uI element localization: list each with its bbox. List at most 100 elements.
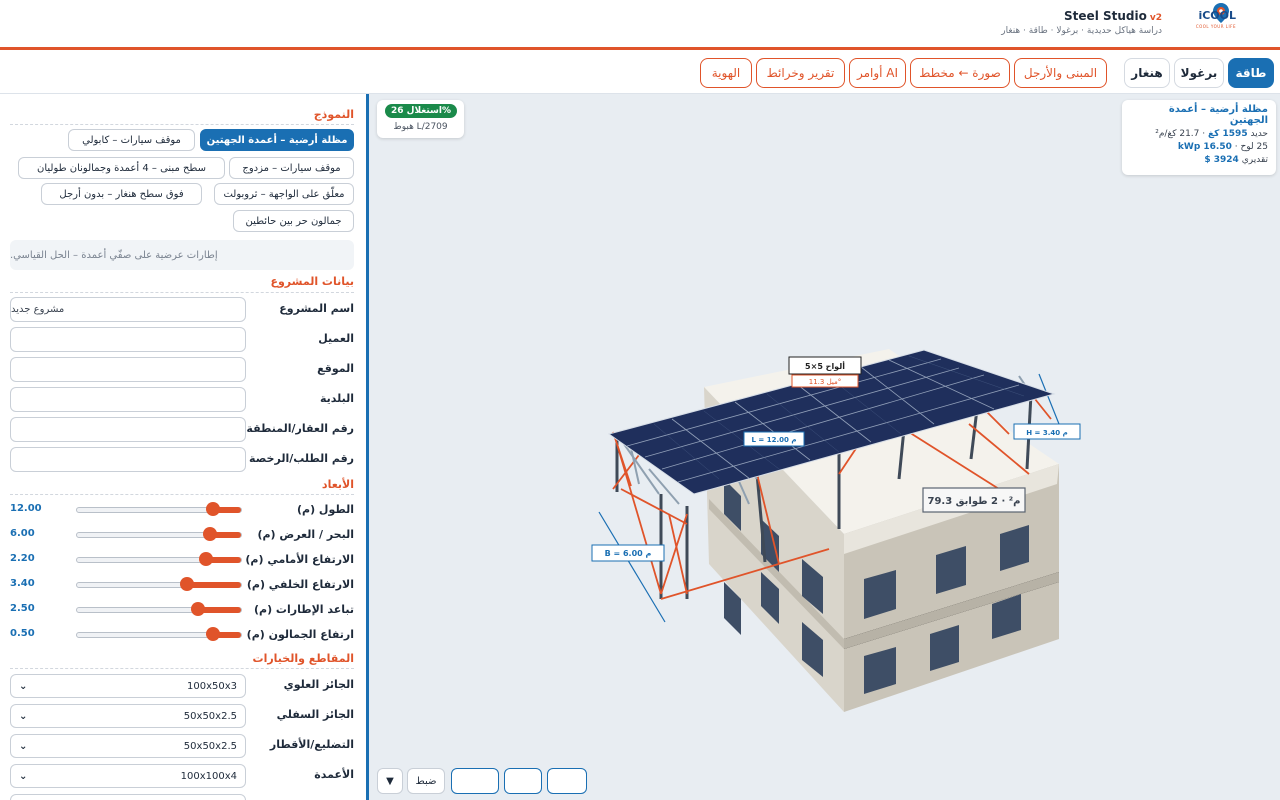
- slider-handle[interactable]: [191, 602, 205, 616]
- field-label-permit-number: رقم الطلب/الرخصة: [249, 452, 354, 465]
- field-label-project-name: اسم المشروع: [279, 302, 354, 315]
- breadth-slider[interactable]: [76, 527, 242, 541]
- structure-3d-render: 5×5 ألواح ميل 11.3° L = 12.00 م H = 3.40…: [591, 349, 1081, 712]
- permit-number-input[interactable]: [10, 447, 246, 472]
- slider-handle[interactable]: [206, 627, 220, 641]
- settings-sidebar[interactable]: النموذج مظلة أرضية – أعمدة الجهتين موقف …: [0, 94, 369, 800]
- tab-reports-maps[interactable]: تقرير وخرائط: [756, 58, 845, 88]
- slider-value-frame-spacing: 2.50: [10, 603, 35, 614]
- field-label-location: الموقع: [317, 362, 354, 375]
- slider-label-front-height: الارتفاع الأمامي (م): [245, 553, 354, 566]
- model-chip-facade-hung[interactable]: معلّق على الواجهة – ثروبولت: [214, 183, 354, 205]
- chevron-down-icon: ⌄: [19, 770, 28, 782]
- brand-name: iCOOL: [1198, 9, 1236, 22]
- divider: [10, 292, 354, 293]
- slider-label-rear-height: الارتفاع الخلفي (م): [246, 578, 354, 591]
- steel-value: 1595 كغ: [1208, 129, 1248, 139]
- main-tabs: طاقة برغولا هنغار المبنى والأرجل صورة ← …: [0, 53, 1280, 94]
- slider-value-truss-height: 0.50: [10, 628, 35, 639]
- project-name-input[interactable]: مشروع جديد: [10, 297, 246, 322]
- slider-handle[interactable]: [206, 502, 220, 516]
- height-label: H = 3.40 م: [1026, 429, 1067, 437]
- brand-tagline: COOL YOUR LIFE: [1195, 24, 1236, 29]
- steel-label: حديد: [1250, 129, 1268, 139]
- select-label-top-chord: الجائز العلوي: [283, 678, 354, 691]
- slider-label-length: الطول (م): [296, 503, 354, 516]
- model-chip-ground-canopy[interactable]: مظلة أرضية – أعمدة الجهتين: [200, 129, 354, 151]
- chevron-down-icon: ⌄: [19, 680, 28, 692]
- section-title-sections: المقاطع والخيارات: [252, 652, 354, 665]
- columns-select[interactable]: ⌄ 100x100x4: [10, 764, 246, 788]
- property-number-input[interactable]: [10, 417, 246, 442]
- summary-card: مظلة أرضية – أعمدة الجهتين حديد 1595 كغ …: [1122, 100, 1276, 175]
- client-input[interactable]: [10, 327, 246, 352]
- tab-energy[interactable]: طاقة: [1228, 58, 1274, 88]
- bottom-chord-select[interactable]: ⌄ 50x50x2.5: [10, 704, 246, 728]
- truss-height-slider[interactable]: [76, 627, 242, 641]
- cost-estimate: تقديري 3924 $: [1130, 155, 1268, 165]
- top-chord-value: 100x50x3: [186, 680, 237, 692]
- tab-building-legs[interactable]: المبنى والأرجل: [1014, 58, 1107, 88]
- app-header: iCOOL COOL YOUR LIFE Steel Studio v2 دراس…: [0, 0, 1280, 50]
- length-label: L = 12.00 م: [752, 436, 797, 444]
- chevron-down-icon: ⌄: [19, 740, 28, 752]
- section-title-dimensions: الأبعاد: [321, 478, 354, 491]
- panel-count: 25 لوح ·: [1234, 142, 1268, 152]
- steel-weight: حديد 1595 كغ · 21.7 كغ/م²: [1130, 129, 1268, 139]
- estimate-value: 3924 $: [1204, 155, 1239, 165]
- tab-photo-plan[interactable]: صورة ← مخطط: [910, 58, 1010, 88]
- app-title-text: Steel Studio: [1064, 9, 1147, 23]
- front-height-slider[interactable]: [76, 552, 242, 566]
- app-title: Steel Studio v2: [1064, 9, 1162, 23]
- model-chip-free-truss[interactable]: جمالون حر بين حائطين: [233, 210, 354, 232]
- field-label-municipality: البلدية: [319, 392, 354, 405]
- slider-value-length: 12.00: [10, 503, 42, 514]
- model-chip-hangar-roof[interactable]: فوق سطح هنغار – بدون أرجل: [41, 183, 202, 205]
- next-select[interactable]: [10, 794, 246, 800]
- summary-title: مظلة أرضية – أعمدة الجهتين: [1168, 104, 1268, 126]
- slider-handle[interactable]: [203, 527, 217, 541]
- select-label-columns: الأعمدة: [314, 768, 354, 781]
- area-label: 79.3 م² · 2 طوابق: [928, 496, 1021, 507]
- slider-value-breadth: 6.00: [10, 528, 35, 539]
- model-chip-carport-cantilever[interactable]: موقف سيارات – كابولي: [68, 129, 195, 151]
- view-button-2[interactable]: [504, 768, 542, 794]
- model-chip-carport-double[interactable]: موقف سيارات – مزدوج: [229, 157, 354, 179]
- tab-pergola[interactable]: برغولا: [1174, 58, 1224, 88]
- length-slider[interactable]: [76, 502, 242, 516]
- field-label-client: العميل: [318, 332, 354, 345]
- slider-handle[interactable]: [199, 552, 213, 566]
- rear-height-slider[interactable]: [76, 577, 242, 591]
- tilt-label: ميل 11.3°: [809, 378, 841, 386]
- slider-label-breadth: البحر / العرض (م): [257, 528, 354, 541]
- bottom-chord-value: 50x50x2.5: [183, 710, 237, 722]
- usage-card: استغلال 26% هبوط L/2709: [377, 100, 464, 138]
- divider: [10, 124, 354, 125]
- view-button-1[interactable]: [451, 768, 499, 794]
- tab-identity[interactable]: الهوية: [700, 58, 752, 88]
- model-description: إطارات عرضية على صفّي أعمدة – الحل القيا…: [10, 240, 354, 270]
- 3d-viewport[interactable]: 5×5 ألواح ميل 11.3° L = 12.00 م H = 3.40…: [369, 94, 1280, 800]
- usage-badge: استغلال 26%: [385, 104, 457, 118]
- top-chord-select[interactable]: ⌄ 100x50x3: [10, 674, 246, 698]
- section-title-project: بيانات المشروع: [270, 275, 354, 288]
- municipality-input[interactable]: [10, 387, 246, 412]
- more-menu-button[interactable]: ▼: [377, 768, 403, 794]
- triangle-down-icon: ▼: [386, 775, 394, 787]
- model-chip-rooftop[interactable]: سطح مبنى – 4 أعمدة وجمالونان طوليان: [18, 157, 225, 179]
- bracing-select[interactable]: ⌄ 50x50x2.5: [10, 734, 246, 758]
- steel-ratio: · 21.7 كغ/م²: [1155, 129, 1206, 139]
- tab-ai-commands[interactable]: أوامر AI: [849, 58, 906, 88]
- panel-power: 25 لوح · 16.50 kWp: [1130, 142, 1268, 152]
- view-button-3[interactable]: [547, 768, 587, 794]
- divider: [10, 668, 354, 669]
- location-input[interactable]: [10, 357, 246, 382]
- deflection-text: هبوط L/2709: [393, 122, 448, 132]
- brand: iCOOL COOL YOUR LIFE: [1166, 6, 1236, 38]
- frame-spacing-slider[interactable]: [76, 602, 242, 616]
- tab-hangar[interactable]: هنغار: [1124, 58, 1170, 88]
- slider-handle[interactable]: [180, 577, 194, 591]
- slider-label-truss-height: ارتفاع الجمالون (م): [246, 628, 354, 641]
- fit-view-button[interactable]: ضبط: [407, 768, 445, 794]
- bracing-value: 50x50x2.5: [183, 740, 237, 752]
